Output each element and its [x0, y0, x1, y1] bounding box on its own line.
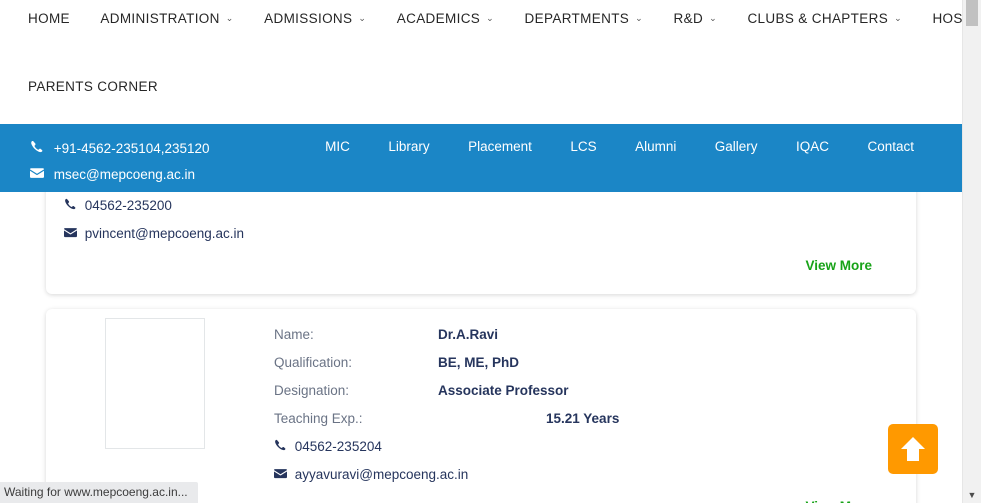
nav-item-admissions[interactable]: ADMISSIONS ⌄ [264, 11, 366, 26]
detail-label: Name: [274, 327, 314, 342]
main-navigation: HOME ADMINISTRATION ⌄ ADMISSIONS ⌄ ACADEMI… [0, 0, 963, 124]
nav-item-departments[interactable]: DEPARTMENTS ⌄ [525, 11, 644, 26]
chevron-down-icon: ⌄ [225, 13, 234, 24]
faculty-email-text: ayyavuravi@mepcoeng.ac.in [294, 467, 469, 482]
chevron-down-icon: ⌄ [894, 13, 902, 24]
nav-item-label: CLUBS & CHAPTERS [747, 11, 889, 27]
faculty-email[interactable]: pvincent@mepcoeng.ac.in [64, 226, 244, 241]
envelope-icon [64, 228, 81, 241]
nav-item-administration[interactable]: ADMINISTRATION ⌄ [100, 11, 233, 26]
detail-label: Teaching Exp.: [274, 411, 363, 426]
nav-item-label: ADMISSIONS [264, 11, 353, 27]
scroll-to-top-button[interactable] [888, 424, 938, 474]
nav-item-label: HOSTEL [932, 11, 963, 27]
nav-item-parents-corner[interactable]: PARENTS CORNER [28, 79, 158, 94]
contact-email[interactable]: msec@mepcoeng.ac.in [30, 167, 195, 182]
detail-value: 15.21 Years [546, 411, 620, 426]
detail-label: Qualification: [274, 355, 353, 370]
quicklink-gallery[interactable]: Gallery [715, 139, 758, 154]
contact-bar: +91-4562-235104,235120 msec@mepcoeng.ac.… [0, 124, 963, 192]
faculty-list-content: 04562-235200 pvincent@mepcoeng.ac.in Vie… [0, 138, 963, 503]
faculty-email-text: pvincent@mepcoeng.ac.in [84, 226, 245, 241]
nav-row-secondary: PARENTS CORNER [28, 78, 184, 96]
chevron-down-icon: ⌄ [635, 13, 644, 24]
faculty-email[interactable]: ayyavuravi@mepcoeng.ac.in [274, 467, 468, 482]
view-more-link[interactable]: View More [805, 499, 872, 503]
chevron-down-icon: ⌄ [358, 13, 367, 24]
faculty-phone-text: 04562-235200 [84, 198, 172, 213]
nav-item-label: DEPARTMENTS [524, 11, 630, 27]
nav-item-label: R&D [673, 11, 704, 27]
arrow-up-icon [901, 437, 925, 461]
faculty-card: Name: Dr.A.Ravi Qualification: BE, ME, P… [46, 309, 916, 503]
phone-icon [64, 198, 81, 213]
nav-row-primary: HOME ADMINISTRATION ⌄ ADMISSIONS ⌄ ACADEMI… [28, 10, 963, 28]
vertical-scrollbar[interactable]: ▼ [962, 0, 981, 503]
chevron-down-icon: ⌄ [709, 13, 717, 24]
phone-icon [30, 140, 50, 156]
nav-item-label: PARENTS CORNER [28, 79, 158, 95]
faculty-phone[interactable]: 04562-235204 [274, 439, 382, 454]
faculty-photo [105, 318, 205, 449]
nav-item-academics[interactable]: ACADEMICS ⌄ [397, 11, 494, 26]
chevron-down-icon: ⌄ [486, 13, 495, 24]
phone-icon [274, 439, 291, 454]
quicklink-lcs[interactable]: LCS [570, 139, 596, 154]
quicklinks-nav: MIC Library Placement LCS Alumni Gallery… [325, 138, 914, 156]
detail-label: Designation: [274, 383, 350, 398]
nav-item-clubs-chapters[interactable]: CLUBS & CHAPTERS ⌄ [747, 11, 902, 26]
nav-item-rd[interactable]: R&D ⌄ [674, 11, 717, 26]
quicklink-placement[interactable]: Placement [468, 139, 532, 154]
nav-item-hostel[interactable]: HOSTEL [932, 11, 963, 26]
nav-item-home[interactable]: HOME [28, 11, 70, 26]
nav-item-label: HOME [28, 11, 70, 27]
quicklink-library[interactable]: Library [388, 139, 429, 154]
quicklink-iqac[interactable]: IQAC [796, 139, 829, 154]
browser-status-bar: Waiting for www.mepcoeng.ac.in... [0, 482, 198, 503]
scrollbar-thumb[interactable] [966, 0, 978, 26]
status-bar-text: Waiting for www.mepcoeng.ac.in... [4, 485, 188, 499]
nav-item-label: ADMINISTRATION [100, 11, 220, 27]
detail-value: Dr.A.Ravi [438, 327, 499, 342]
detail-value: Associate Professor [438, 383, 569, 398]
contact-phone[interactable]: +91-4562-235104,235120 [30, 140, 210, 156]
faculty-phone[interactable]: 04562-235200 [64, 198, 172, 213]
quicklink-alumni[interactable]: Alumni [635, 139, 676, 154]
page-viewport: HOME ADMINISTRATION ⌄ ADMISSIONS ⌄ ACADEMI… [0, 0, 963, 503]
contact-phone-text: +91-4562-235104,235120 [53, 141, 210, 156]
scroll-down-arrow-icon[interactable]: ▼ [963, 490, 981, 500]
contact-email-text: msec@mepcoeng.ac.in [53, 167, 196, 182]
envelope-icon [274, 469, 291, 482]
view-more-link[interactable]: View More [805, 258, 872, 273]
detail-value: BE, ME, PhD [438, 355, 520, 370]
nav-item-label: ACADEMICS [396, 11, 481, 27]
quicklink-contact[interactable]: Contact [867, 139, 914, 154]
envelope-icon [30, 168, 50, 182]
quicklink-mic[interactable]: MIC [325, 139, 350, 154]
faculty-phone-text: 04562-235204 [294, 439, 382, 454]
